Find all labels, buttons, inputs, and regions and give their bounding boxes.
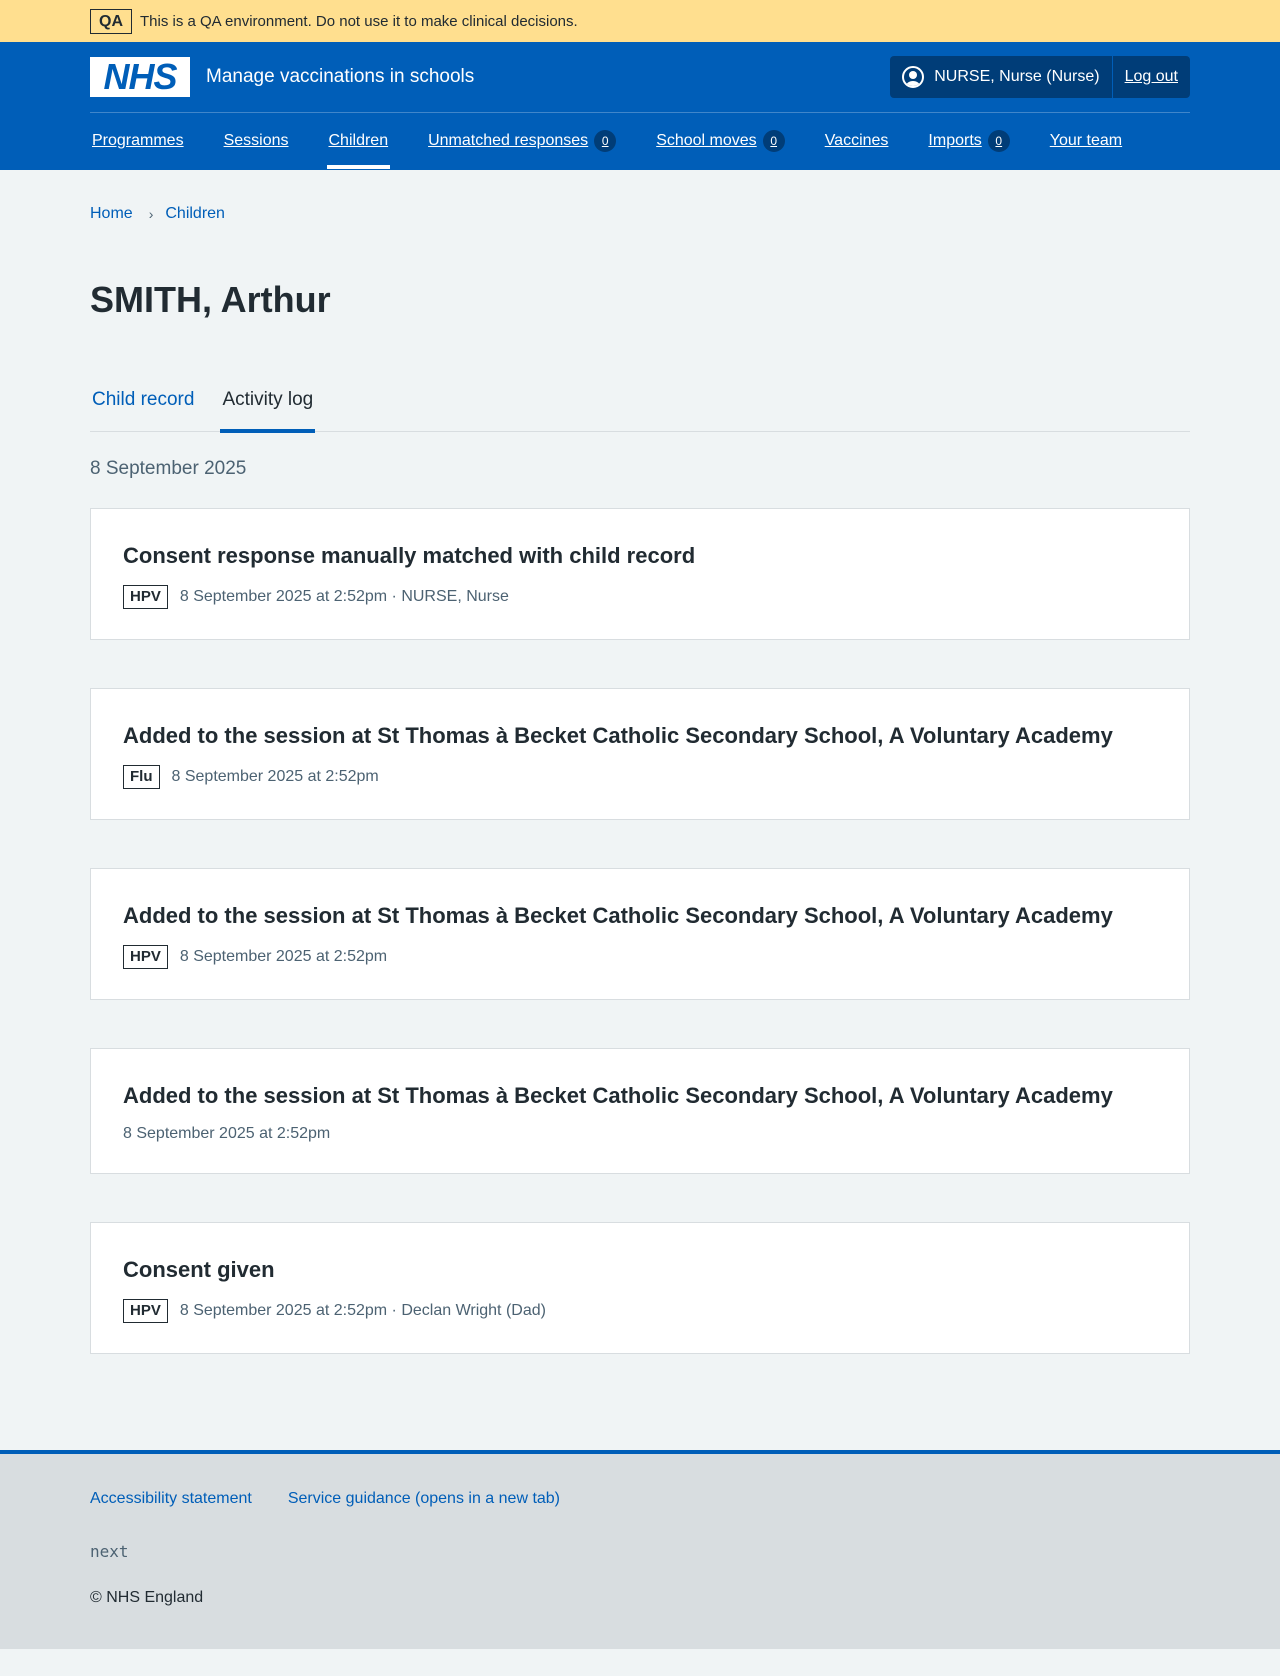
activity-meta: 8 September 2025 at 2:52pm · NURSE, Nurs…	[179, 588, 509, 605]
programme-tag: HPV	[123, 1299, 168, 1323]
activity-meta: 8 September 2025 at 2:52pm	[123, 1125, 331, 1142]
programme-tag: Flu	[123, 765, 160, 789]
nav-children[interactable]: Children	[326, 113, 391, 169]
chevron-right-icon: ›	[148, 206, 154, 222]
service-guidance-link[interactable]: Service guidance (opens in a new tab)	[288, 1490, 560, 1508]
primary-nav: Programmes Sessions Children Unmatched r…	[90, 113, 1190, 169]
activity-card: Consent given HPV 8 September 2025 at 2:5…	[90, 1222, 1190, 1354]
nav-imports[interactable]: Imports 0	[926, 113, 1011, 169]
school-moves-count-badge: 0	[762, 130, 785, 152]
footer: Accessibility statement Service guidance…	[0, 1450, 1280, 1649]
nav-vaccines[interactable]: Vaccines	[823, 113, 891, 169]
user-icon	[902, 66, 925, 88]
qa-tag: QA	[90, 8, 132, 34]
account-user: NURSE, Nurse (Nurse)	[890, 56, 1113, 98]
nav-unmatched-responses[interactable]: Unmatched responses 0	[426, 113, 618, 169]
tab-activity-log[interactable]: Activity log	[220, 382, 316, 433]
activity-card: Consent response manually matched with c…	[90, 508, 1190, 640]
qa-banner-text: This is a QA environment. Do not use it …	[140, 12, 578, 30]
user-label: NURSE, Nurse (Nurse)	[934, 68, 1100, 85]
logout-link[interactable]: Log out	[1113, 68, 1190, 86]
main-content: Home › Children SMITH, Arthur Child reco…	[90, 170, 1190, 1354]
qa-banner: QA This is a QA environment. Do not use …	[0, 0, 1280, 42]
imports-count-badge: 0	[987, 130, 1010, 152]
activity-title: Added to the session at St Thomas à Beck…	[123, 1083, 1113, 1108]
service-name: Manage vaccinations in schools	[206, 66, 475, 87]
activity-title: Added to the session at St Thomas à Beck…	[123, 723, 1113, 748]
tabs: Child record Activity log	[90, 382, 1190, 433]
breadcrumb-children[interactable]: Children	[165, 205, 225, 223]
activity-card: Added to the session at St Thomas à Beck…	[90, 868, 1190, 1000]
nav-programmes[interactable]: Programmes	[90, 113, 186, 169]
date-heading: 8 September 2025	[90, 458, 247, 479]
activity-meta: 8 September 2025 at 2:52pm	[171, 768, 379, 785]
copyright: © NHS England	[90, 1589, 204, 1606]
activity-meta: 8 September 2025 at 2:52pm · Declan Wrig…	[179, 1302, 546, 1319]
activity-meta: 8 September 2025 at 2:52pm	[179, 948, 388, 965]
nav-your-team[interactable]: Your team	[1048, 113, 1124, 169]
accessibility-statement-link[interactable]: Accessibility statement	[90, 1490, 252, 1508]
activity-card: Added to the session at St Thomas à Beck…	[90, 688, 1190, 820]
programme-tag: HPV	[123, 585, 168, 609]
nhs-logo[interactable]: NHS	[90, 57, 190, 97]
header: NHS Manage vaccinations in schools NURSE…	[0, 42, 1280, 170]
activity-title: Added to the session at St Thomas à Beck…	[123, 903, 1113, 928]
activity-title: Consent response manually matched with c…	[123, 543, 696, 568]
account-panel: NURSE, Nurse (Nurse) Log out	[890, 56, 1190, 98]
nav-school-moves[interactable]: School moves 0	[654, 113, 787, 169]
tab-child-record[interactable]: Child record	[90, 382, 196, 432]
breadcrumb-home[interactable]: Home	[90, 205, 133, 223]
nav-sessions[interactable]: Sessions	[222, 113, 291, 169]
unmatched-count-badge: 0	[594, 130, 617, 152]
programme-tag: HPV	[123, 945, 168, 969]
version-label: next	[90, 1542, 129, 1561]
activity-title: Consent given	[123, 1257, 275, 1282]
page-title: SMITH, Arthur	[90, 279, 331, 320]
breadcrumb: Home › Children	[90, 170, 1190, 232]
activity-card: Added to the session at St Thomas à Beck…	[90, 1048, 1190, 1174]
